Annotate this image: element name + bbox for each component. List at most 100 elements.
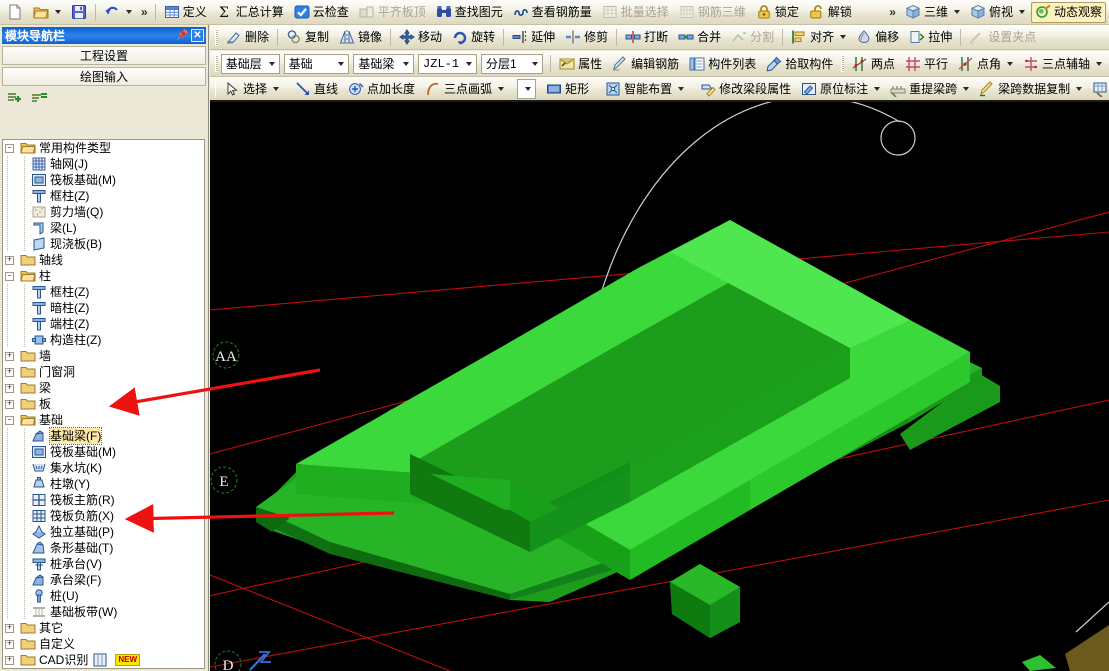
smart-layout-button[interactable]: 智能布置 — [601, 78, 688, 99]
tree-item-cap-beam[interactable]: 承台梁(F) — [3, 572, 204, 588]
dynamic-observe-button[interactable]: 动态观察 — [1030, 1, 1106, 23]
quick-access-toolbar[interactable]: » 定义 Σ 汇总计算 云检查 平齐板顶 查找图元 查看钢筋量 批量选择 钢筋三… — [0, 0, 1109, 25]
toolbar-grip[interactable] — [215, 28, 218, 46]
tree-item-other-folder[interactable]: + 其它 — [3, 620, 204, 636]
tree-expander-walls-folder[interactable]: + — [5, 351, 14, 361]
toolbar-grip[interactable] — [215, 80, 216, 97]
align-caret-icon[interactable] — [840, 35, 847, 39]
merge-button[interactable]: 合并 — [674, 27, 725, 48]
re-extract-beam-span-button[interactable]: 重提梁跨 — [886, 78, 973, 99]
tree-expander-other-folder[interactable]: + — [5, 623, 14, 633]
view-3d-caret-icon[interactable] — [953, 10, 960, 14]
tree-item-shear-wall-common[interactable]: 剪力墙(Q) — [3, 204, 204, 220]
modify-beam-seg-props-button[interactable]: 修改梁段属性 — [696, 78, 795, 99]
category-select[interactable]: 基础 — [283, 53, 350, 74]
expand-plus-icon[interactable] — [6, 91, 24, 108]
tree-item-independent-foundation[interactable]: 独立基础(P) — [3, 524, 204, 540]
pin-icon[interactable]: 📌 — [176, 29, 189, 42]
cloud-check-button[interactable]: 云检查 — [290, 2, 353, 23]
rotate-button[interactable]: 旋转 — [448, 27, 499, 48]
tree-item-foundation-folder[interactable]: - 基础 — [3, 412, 204, 428]
rebar-3d-button[interactable]: 钢筋三维 — [675, 2, 750, 23]
component-tree[interactable]: - 常用构件类型 轴网(J) 筏板基础(M) 框柱(Z) 剪力墙(Q) 梁(L) 现浇板(B)… — [2, 139, 205, 669]
define-button[interactable]: 定义 — [160, 2, 211, 23]
find-element-button[interactable]: 查找图元 — [432, 2, 507, 23]
toolbar-grip[interactable] — [215, 55, 218, 72]
tree-item-constructional-column[interactable]: 构造柱(Z) — [3, 332, 204, 348]
tree-expander-foundation-folder[interactable]: - — [5, 415, 14, 425]
chevron-down-icon[interactable] — [465, 61, 472, 66]
flush-slab-top-button[interactable]: 平齐板顶 — [355, 2, 430, 23]
tree-item-custom-folder[interactable]: + 自定义 — [3, 636, 204, 652]
close-icon[interactable]: ✕ — [191, 29, 204, 42]
tree-item-cast-in-place-slab[interactable]: 现浇板(B) — [3, 236, 204, 252]
parallel-button[interactable]: 平行 — [901, 53, 952, 74]
chevron-down-icon[interactable] — [403, 61, 410, 66]
save-file-button[interactable] — [67, 2, 91, 23]
tree-item-frame-column-common[interactable]: 框柱(Z) — [3, 188, 204, 204]
tree-item-axis-lines-folder[interactable]: + 轴线 — [3, 252, 204, 268]
quick-access-overflow[interactable]: » — [137, 5, 152, 19]
select-button[interactable]: 选择 — [220, 78, 283, 99]
tree-expander-beams-folder[interactable]: + — [5, 383, 14, 393]
context-toolbar[interactable]: 基础层 基础 基础梁 JZL-1 分层1 属性 编辑钢筋 构件列表 拾取构件 两… — [210, 51, 1109, 77]
chevron-down-icon[interactable] — [338, 61, 345, 66]
tree-item-frame-column[interactable]: 框柱(Z) — [3, 284, 204, 300]
drawing-input-button[interactable]: 绘图输入 — [2, 67, 206, 86]
new-file-button[interactable] — [3, 2, 27, 23]
batch-select-button[interactable]: 批量选择 — [598, 2, 673, 23]
line-button[interactable]: 直线 — [291, 78, 342, 99]
tree-expander-door-window-folder[interactable]: + — [5, 367, 14, 377]
move-button[interactable]: 移动 — [395, 27, 446, 48]
view-top-caret-icon[interactable] — [1018, 10, 1025, 14]
view-toolbar-overflow[interactable]: » — [885, 5, 900, 19]
smart-layout-caret-icon[interactable] — [678, 86, 685, 91]
component-type-select[interactable]: 基础梁 — [353, 53, 415, 74]
tree-item-door-window-folder[interactable]: + 门窗洞 — [3, 364, 204, 380]
tree-item-strip-foundation[interactable]: 条形基础(T) — [3, 540, 204, 556]
point-angle-caret-icon[interactable] — [1006, 61, 1013, 66]
split-button[interactable]: 分割 — [727, 27, 778, 48]
layer-select[interactable]: 分层1 — [480, 53, 544, 74]
shape-combo[interactable] — [517, 78, 537, 99]
tree-item-end-column[interactable]: 端柱(Z) — [3, 316, 204, 332]
floor-select[interactable]: 基础层 — [220, 53, 280, 74]
open-file-caret-icon[interactable] — [55, 10, 61, 14]
trim-button[interactable]: 修剪 — [561, 27, 612, 48]
mirror-button[interactable]: 镜像 — [335, 27, 386, 48]
tree-expander-axis-lines-folder[interactable]: + — [5, 255, 14, 265]
tree-item-foundation-slab-band[interactable]: 基础板带(W) — [3, 604, 204, 620]
3d-model-viewport[interactable]: AA E D — [210, 102, 1109, 671]
component-list-button[interactable]: 构件列表 — [685, 53, 760, 74]
tree-item-columns-folder[interactable]: -柱 — [3, 268, 204, 284]
module-navigation-panel[interactable]: 模块导航栏 📌 ✕ 工程设置 绘图输入 - 常用构件类型 轴网(J) 筏板基础(… — [0, 25, 209, 671]
in-situ-annotation-caret-icon[interactable] — [874, 86, 881, 91]
tree-item-raft-main-rebar[interactable]: 筏板主筋(R) — [3, 492, 204, 508]
delete-button[interactable]: 删除 — [222, 27, 273, 48]
tree-item-foundation-beam[interactable]: 基础梁(F) — [3, 427, 204, 445]
lock-button[interactable]: 锁定 — [752, 2, 803, 23]
rectangle-button[interactable]: 矩形 — [542, 78, 593, 99]
offset-button[interactable]: 偏移 — [852, 27, 903, 48]
tree-item-raft-negative-rebar[interactable]: 筏板负筋(X) — [3, 508, 204, 524]
tree-expander-custom-folder[interactable]: + — [5, 639, 14, 649]
three-point-aux-axis-caret-icon[interactable] — [1096, 61, 1102, 66]
tree-expander-columns-folder[interactable]: - — [5, 271, 14, 281]
tree-toolbar[interactable] — [2, 89, 206, 110]
in-situ-annotation-button[interactable]: 原位标注 — [797, 78, 884, 99]
break-button[interactable]: 打断 — [621, 27, 672, 48]
tree-item-column-pier[interactable]: 柱墩(Y) — [3, 476, 204, 492]
tree-item-pile[interactable]: 桩(U) — [3, 588, 204, 604]
draw-toolbar[interactable]: 选择 直线 点加长度 三点画弧 矩形 智能布置 修改梁段属性 原位标注 重提梁跨… — [210, 77, 1109, 102]
extend-button[interactable]: 延伸 — [508, 27, 559, 48]
open-file-button[interactable] — [29, 2, 65, 23]
pick-component-button[interactable]: 拾取构件 — [762, 53, 837, 74]
undo-button[interactable] — [100, 2, 136, 23]
edit-rebar-button[interactable]: 编辑钢筋 — [608, 53, 683, 74]
stretch-button[interactable]: 拉伸 — [905, 27, 956, 48]
unlock-button[interactable]: 解锁 — [805, 2, 856, 23]
summary-calc-button[interactable]: Σ 汇总计算 — [213, 2, 288, 23]
draw-toolbar-extra-button[interactable] — [1088, 78, 1109, 99]
tree-item-raft-foundation-common[interactable]: 筏板基础(M) — [3, 172, 204, 188]
beam-span-data-copy-button[interactable]: 梁跨数据复制 — [975, 78, 1086, 99]
